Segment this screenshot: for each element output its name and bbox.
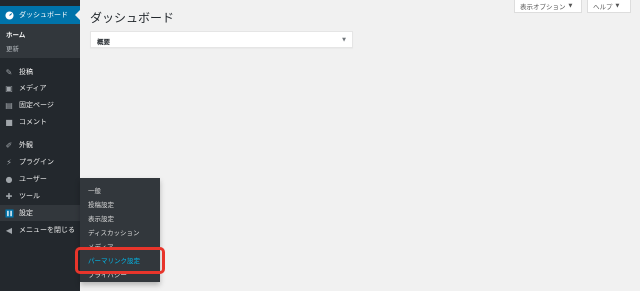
page-icon: ▤ bbox=[5, 100, 13, 110]
sidebar-item-collapse[interactable]: ◀ メニューを閉じる bbox=[0, 222, 80, 238]
sidebar-item-pages[interactable]: ▤ 固定ページ bbox=[0, 97, 80, 113]
user-icon: ● bbox=[5, 174, 13, 184]
sidebar-item-tools[interactable]: ✚ ツール bbox=[0, 188, 80, 204]
sidebar-item-media[interactable]: ▣ メディア bbox=[0, 80, 80, 96]
sidebar-item-label: 投稿 bbox=[19, 68, 33, 76]
sidebar-item-label: 固定ページ bbox=[19, 101, 54, 109]
flyout-item-general[interactable]: 一般 bbox=[88, 185, 101, 195]
caret-down-icon: ▼ bbox=[568, 3, 573, 9]
sidebar-item-label: ダッシュボード bbox=[19, 11, 68, 19]
caret-down-icon: ▼ bbox=[615, 3, 620, 9]
overview-postbox[interactable]: 概要 ▼ bbox=[90, 31, 353, 48]
sidebar-item-users[interactable]: ● ユーザー bbox=[0, 171, 80, 187]
wrench-icon: ✚ bbox=[5, 191, 13, 201]
sidebar-item-plugins[interactable]: ⚡ プラグイン bbox=[0, 154, 80, 170]
sidebar-item-label: メニューを閉じる bbox=[19, 226, 75, 234]
dashboard-submenu: ホーム 更新 bbox=[0, 24, 80, 58]
sidebar-item-label: 外観 bbox=[19, 141, 33, 149]
flyout-item-writing[interactable]: 投稿設定 bbox=[88, 199, 114, 209]
sidebar-item-appearance[interactable]: ✐ 外観 bbox=[0, 137, 80, 153]
sidebar-item-label: メディア bbox=[19, 84, 47, 92]
sidebar-item-label: ツール bbox=[19, 192, 40, 200]
help-button[interactable]: ヘルプ ▼ bbox=[587, 0, 631, 13]
submenu-home[interactable]: ホーム bbox=[6, 29, 25, 39]
pin-icon: ✎ bbox=[5, 67, 13, 77]
sidebar-item-posts[interactable]: ✎ 投稿 bbox=[0, 64, 80, 80]
highlight-annotation bbox=[75, 247, 165, 274]
sidebar-item-settings[interactable]: 設定 bbox=[0, 205, 80, 221]
flyout-item-discussion[interactable]: ディスカッション bbox=[88, 227, 140, 237]
admin-sidebar: ダッシュボード ホーム 更新 ✎ 投稿 ▣ メディア ▤ 固定ページ ■ コメン… bbox=[0, 0, 80, 291]
sidebar-item-comments[interactable]: ■ コメント bbox=[0, 114, 80, 130]
dashboard-icon bbox=[4, 10, 14, 20]
media-icon: ▣ bbox=[5, 83, 13, 93]
collapse-icon: ◀ bbox=[5, 225, 13, 235]
comment-icon: ■ bbox=[5, 117, 13, 127]
flyout-item-reading[interactable]: 表示設定 bbox=[88, 213, 114, 223]
settings-icon bbox=[4, 208, 14, 218]
sidebar-item-label: プラグイン bbox=[19, 158, 54, 166]
page-title: ダッシュボード bbox=[90, 11, 175, 25]
sidebar-item-dashboard[interactable]: ダッシュボード bbox=[0, 6, 80, 24]
sidebar-item-label: コメント bbox=[19, 118, 47, 126]
brush-icon: ✐ bbox=[5, 140, 13, 150]
toggle-caret-icon[interactable]: ▼ bbox=[342, 37, 346, 43]
sidebar-item-label: ユーザー bbox=[19, 175, 47, 183]
screen-options-label: 表示オプション bbox=[520, 3, 566, 11]
current-menu-arrow bbox=[75, 10, 80, 20]
plugin-icon: ⚡ bbox=[6, 157, 12, 167]
postbox-title: 概要 bbox=[97, 38, 110, 46]
screen-options-button[interactable]: 表示オプション ▼ bbox=[514, 0, 582, 13]
sidebar-item-label: 設定 bbox=[19, 209, 33, 217]
submenu-updates[interactable]: 更新 bbox=[6, 43, 19, 53]
help-label: ヘルプ bbox=[593, 3, 613, 11]
